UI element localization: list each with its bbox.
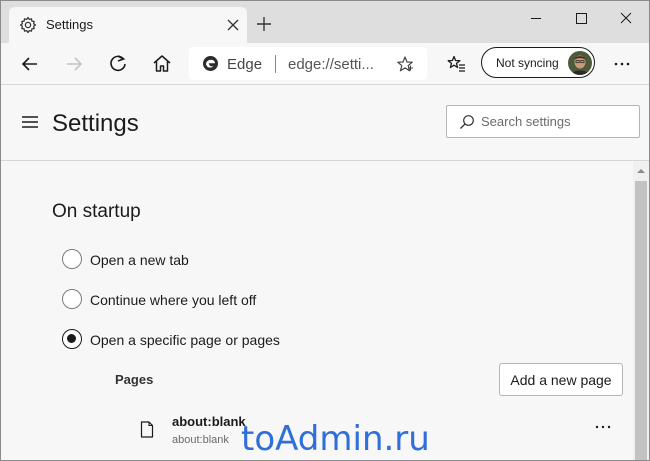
minimize-icon[interactable] (513, 7, 559, 29)
scrollbar[interactable] (633, 161, 649, 460)
address-divider (275, 55, 276, 73)
address-bar[interactable]: Edge edge://setti... (189, 47, 427, 80)
watermark: toAdmin.ru (241, 419, 430, 459)
search-box[interactable] (446, 105, 640, 138)
scroll-up-arrow-icon[interactable] (636, 167, 646, 175)
toolbar: Edge edge://setti... Not syncing (1, 43, 649, 85)
radio-button[interactable] (62, 289, 82, 309)
tab-settings[interactable]: Settings (9, 7, 247, 43)
close-window-icon[interactable] (603, 7, 649, 29)
radio-label: Open a specific page or pages (90, 332, 280, 348)
radio-label: Open a new tab (90, 252, 189, 268)
radio-label: Continue where you left off (90, 292, 257, 308)
tab-title: Settings (46, 17, 93, 32)
more-menu-icon[interactable] (610, 52, 634, 76)
page-more-options-icon[interactable] (591, 419, 615, 435)
radio-button-selected[interactable] (62, 329, 82, 349)
scrollbar-thumb[interactable] (635, 181, 647, 460)
maximize-icon[interactable] (559, 7, 605, 29)
profile-sync-button[interactable]: Not syncing (481, 47, 595, 78)
gear-icon (19, 16, 37, 34)
settings-content: On startup Open a new tab Continue where… (1, 161, 633, 460)
close-tab-icon[interactable] (225, 17, 241, 33)
pages-label: Pages (115, 372, 154, 387)
edge-logo-icon (203, 56, 218, 71)
sync-status-label: Not syncing (496, 56, 559, 70)
home-icon[interactable] (150, 52, 174, 76)
favorites-icon[interactable] (444, 52, 468, 76)
radio-continue-where-left-off[interactable]: Continue where you left off (61, 288, 461, 312)
address-brand: Edge (227, 56, 263, 73)
add-new-page-button[interactable]: Add a new page (499, 363, 623, 396)
section-title: On startup (52, 201, 141, 222)
hamburger-menu-icon[interactable] (21, 114, 39, 130)
settings-header: Settings (1, 86, 649, 161)
forward-arrow-icon[interactable] (62, 52, 86, 76)
address-url[interactable]: edge://setti... (288, 56, 374, 73)
page-name: about:blank (172, 414, 246, 429)
radio-button[interactable] (62, 249, 82, 269)
star-icon[interactable] (396, 55, 414, 73)
back-arrow-icon[interactable] (18, 52, 42, 76)
browser-window: Settings Edge edge://setti... Not syncin… (0, 0, 650, 461)
new-tab-icon[interactable] (255, 15, 273, 33)
search-input[interactable] (481, 107, 631, 136)
refresh-icon[interactable] (106, 52, 130, 76)
document-icon (140, 421, 154, 438)
search-icon (460, 115, 474, 129)
radio-open-specific-pages[interactable]: Open a specific page or pages (61, 328, 461, 352)
avatar (568, 51, 592, 75)
tab-strip: Settings (1, 1, 649, 43)
page-url: about:blank (172, 434, 229, 446)
radio-open-new-tab[interactable]: Open a new tab (61, 248, 461, 272)
page-title: Settings (52, 110, 139, 137)
